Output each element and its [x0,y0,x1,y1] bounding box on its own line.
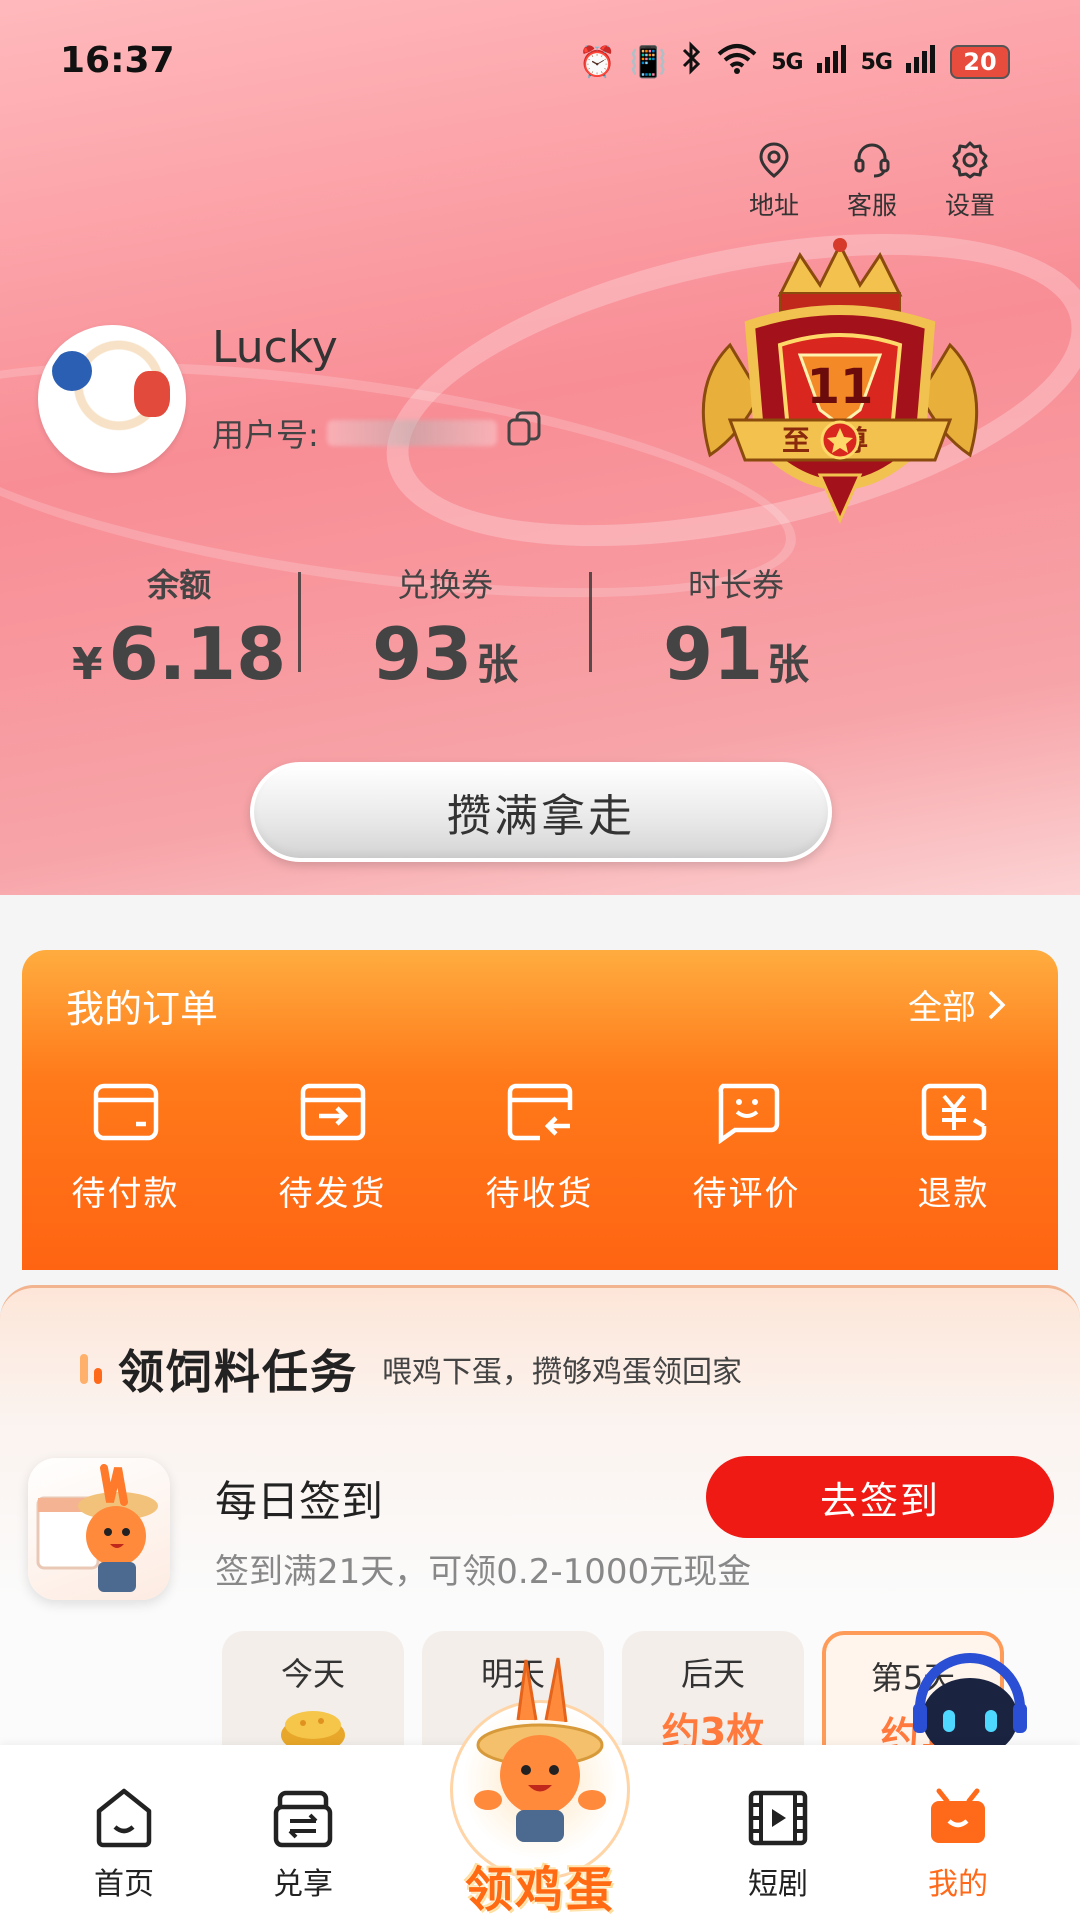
bluetooth-icon [681,41,703,83]
nav-label: 兑享 [273,1867,333,1902]
headset-icon [854,143,890,178]
checkin-title: 每日签到 [215,1477,384,1526]
order-pending-review[interactable]: 待评价 [643,1080,850,1215]
day-label: 今天 [280,1655,345,1693]
signal-5g-2: 5G [860,49,893,75]
currency-symbol: ¥ [71,639,103,690]
balance-value: 6.18 [108,612,287,696]
receive-box-icon [507,1083,572,1141]
avatar-image [44,331,180,467]
voucher-stat[interactable]: 兑换券 93 张 [301,560,589,700]
refund-icon [921,1083,986,1141]
time-voucher-value: 91 [662,612,764,696]
vip-level-badge[interactable]: 11 至尊 [670,235,1010,555]
orders-all-link[interactable]: 全部 [908,980,1008,1029]
time-voucher-unit: 张 [767,640,810,689]
signal-bars-icon [906,43,936,81]
exchange-icon [273,1790,333,1848]
account-stats: 余额 ¥ 6.18 兑换券 93 张 时长券 91 张 [60,560,880,700]
order-pending-receipt[interactable]: 待收货 [436,1080,643,1215]
voucher-value: 93 [372,612,473,696]
gift-box-icon [931,1788,985,1843]
nav-label: 短剧 [748,1867,808,1902]
film-icon [748,1790,808,1846]
nav-short-drama[interactable]: 短剧 [718,1785,838,1903]
settings-button[interactable]: 设置 [940,140,1000,222]
order-item-label: 退款 [917,1174,990,1214]
home-icon [96,1788,152,1848]
order-item-label: 待收货 [485,1174,594,1214]
chevron-right-icon [988,990,1006,1019]
balance-value-row: ¥ 6.18 [72,612,286,696]
assistant-robot-icon[interactable] [905,1648,1035,1758]
signal-bars-icon [816,43,847,81]
time-voucher-stat[interactable]: 时长券 91 张 [592,560,880,700]
nav-label: 我的 [928,1867,988,1902]
location-pin-icon [759,142,789,178]
badge-level: 11 [807,359,874,415]
section-bars-icon [80,1354,102,1384]
order-refund[interactable]: 退款 [850,1080,1057,1215]
customer-service-label: 客服 [846,191,897,220]
task-subtitle: 喂鸡下蛋，攒够鸡蛋领回家 [382,1355,742,1390]
alarm-icon: ⏰ [578,44,616,80]
username: Lucky [212,322,338,373]
review-chat-icon [718,1083,779,1144]
nav-exchange[interactable]: 兑享 [243,1785,363,1903]
balance-label: 余额 [147,566,212,604]
balance-stat[interactable]: 余额 ¥ 6.18 [60,560,298,700]
signal-5g-1: 5G [771,49,803,75]
nav-mine[interactable]: 我的 [898,1785,1018,1903]
top-actions: 地址 客服 设置 [744,140,1000,222]
userid-row: 用户号: [212,410,543,456]
stats-divider [298,572,302,672]
address-button[interactable]: 地址 [744,140,804,222]
status-time: 16:37 [60,40,175,81]
userid-label: 用户号: [212,416,319,454]
checkin-description: 签到满21天，可领0.2-1000元现金 [215,1552,752,1592]
my-orders-card: 我的订单 全部 待付款 待发货 待收货 待评价 退款 [22,950,1058,1270]
order-item-label: 待发货 [278,1174,387,1214]
order-pending-payment[interactable]: 待付款 [22,1080,229,1215]
wallet-icon [93,1083,158,1141]
mascot-icon [474,1657,606,1842]
task-title: 领饲料任务 [118,1345,358,1399]
nav-collect-eggs[interactable]: 领鸡蛋 [438,1650,642,1920]
address-label: 地址 [748,191,799,220]
status-bar: 16:37 ⏰ 📳 5G 5G 20 [0,0,1080,120]
order-status-list: 待付款 待发货 待收货 待评价 退款 [22,1080,1058,1215]
nav-home[interactable]: 首页 [64,1785,184,1903]
voucher-value-row: 93 张 [372,612,518,696]
copy-icon[interactable] [505,410,543,456]
stats-divider [589,572,593,672]
checkin-button[interactable]: 去签到 [706,1456,1054,1538]
time-voucher-label: 时长券 [688,566,785,604]
orders-all-label: 全部 [908,988,976,1028]
order-item-label: 待评价 [692,1174,801,1214]
nav-label: 首页 [94,1867,154,1902]
avatar[interactable] [38,325,186,473]
customer-service-button[interactable]: 客服 [842,140,902,222]
battery-indicator: 20 [950,45,1010,79]
ship-box-icon [300,1083,365,1141]
task-header: 领饲料任务 喂鸡下蛋，攒够鸡蛋领回家 [80,1336,742,1402]
vibrate-icon: 📳 [629,44,668,80]
day-label: 后天 [680,1655,745,1693]
collect-button[interactable]: 攒满拿走 [250,762,832,862]
gear-icon [952,141,988,179]
voucher-label: 兑换券 [397,566,494,604]
time-voucher-value-row: 91 张 [663,612,809,696]
order-pending-shipment[interactable]: 待发货 [229,1080,436,1215]
settings-label: 设置 [944,191,995,220]
userid-blurred-value [326,420,497,446]
order-item-label: 待付款 [71,1174,180,1214]
wifi-icon [717,42,757,82]
status-icons: ⏰ 📳 5G 5G 20 [579,40,1010,84]
orders-title: 我的订单 [66,987,219,1031]
voucher-unit: 张 [476,640,519,689]
nav-center-label: 领鸡蛋 [464,1862,615,1918]
checkin-mascot-icon [28,1458,170,1600]
